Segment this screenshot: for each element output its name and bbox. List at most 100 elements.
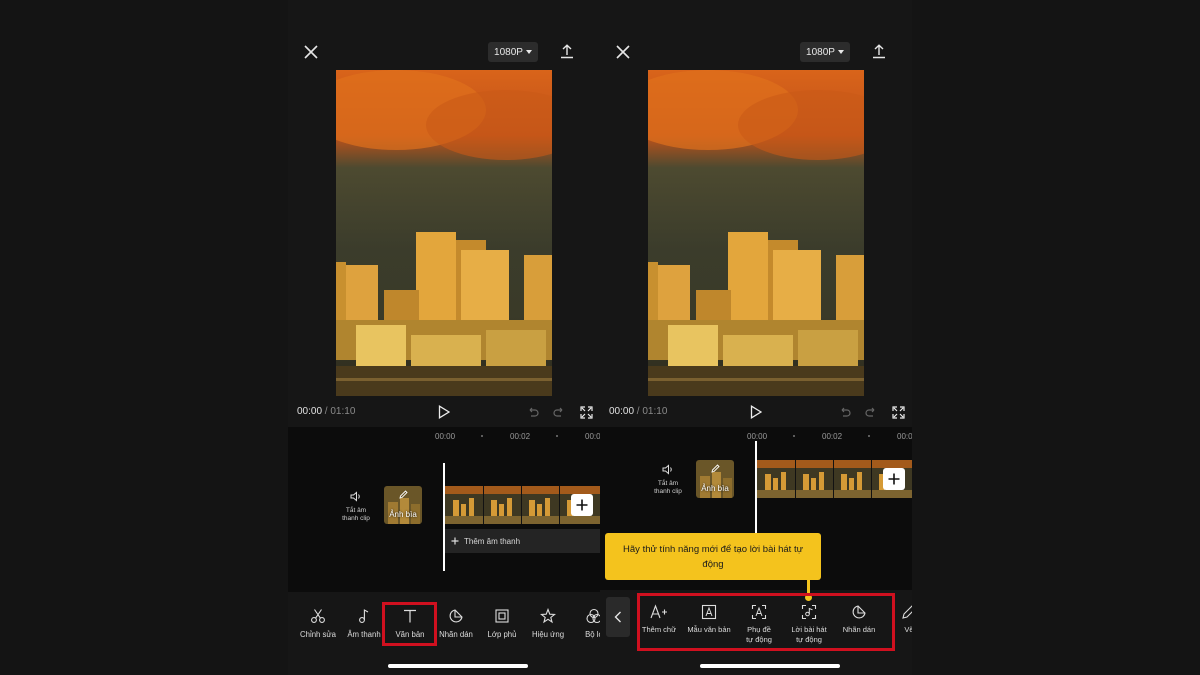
toolbar-filter[interactable]: Bộ lọ [569, 608, 600, 640]
home-indicator [388, 664, 528, 668]
play-icon [750, 405, 762, 419]
video-preview[interactable] [648, 70, 864, 396]
fullscreen-icon [891, 405, 905, 419]
toolbar-overlay[interactable]: Lớp phủ [477, 608, 527, 640]
playhead[interactable] [755, 441, 757, 541]
feature-tooltip[interactable]: Hãy thử tính năng mới để tạo lời bài hát… [605, 533, 821, 580]
resolution-label: 1080P [494, 46, 523, 58]
toolbar-label: Lớp phủ [487, 630, 517, 639]
time-display: 00:00 / 01:10 [609, 406, 667, 417]
plus-icon [576, 499, 588, 511]
redo-icon [865, 407, 875, 417]
phone-screen-left: 1080P 00:00 / 01:10 00:00 00:02 00:0 Tắt… [288, 0, 600, 675]
redo-button[interactable] [864, 405, 878, 419]
ruler-dot [868, 435, 870, 437]
mute-label-line1: Tắt âm [345, 507, 367, 514]
current-time: 00:00 [297, 406, 323, 417]
mute-clip-button[interactable]: Tắt âm thanh clip [336, 491, 376, 523]
add-clip-button[interactable] [571, 494, 593, 516]
music-note-icon [359, 609, 369, 623]
upload-icon [561, 43, 573, 58]
total-time: / 01:10 [634, 406, 668, 417]
add-clip-button[interactable] [883, 468, 905, 490]
mute-clip-button[interactable]: Tắt âm thanh clip [648, 464, 688, 496]
toolbar-sticker[interactable]: Nhãn dán [431, 608, 481, 640]
tooltip-text: Hãy thử tính năng mới để tạo lời bài hát… [623, 543, 803, 570]
cover-button[interactable]: Ảnh bìa [696, 460, 734, 498]
draw-icon [902, 605, 912, 619]
toolbar-label: Hiệu ứng [531, 630, 565, 639]
current-time: 00:00 [609, 406, 635, 417]
mute-label-line2: thanh clip [654, 488, 682, 495]
ruler-mark: 00:00 [435, 432, 456, 441]
resolution-dropdown[interactable]: 1080P [488, 42, 538, 62]
cover-button[interactable]: Ảnh bìa [384, 486, 422, 524]
ruler-mark: 00:02 [510, 432, 531, 441]
toolbar-label: Âm thanh [347, 630, 381, 639]
plus-icon [451, 537, 459, 545]
overlay-icon [495, 609, 509, 623]
resolution-label: 1080P [806, 46, 835, 58]
ruler-mark: 00:0 [897, 432, 912, 441]
add-audio-label: Thêm âm thanh [464, 536, 521, 546]
redo-button[interactable] [552, 405, 566, 419]
speaker-icon [662, 464, 672, 475]
toolbar-edit[interactable]: Chỉnh sửa [293, 608, 343, 640]
playhead[interactable] [443, 463, 445, 571]
highlight-box-text [382, 602, 437, 646]
toolbar-label: Bộ lọ [585, 630, 600, 639]
ruler-dot [481, 435, 483, 437]
upload-icon [873, 43, 885, 58]
mute-label-line2: thanh clip [342, 515, 370, 522]
toolbar-label: Nhãn dán [439, 630, 473, 639]
add-audio-button[interactable]: Thêm âm thanh [445, 529, 600, 553]
total-time: / 01:10 [322, 406, 356, 417]
caret-down-icon [525, 50, 532, 54]
chevron-left-icon [614, 611, 621, 623]
fullscreen-icon [579, 405, 593, 419]
close-button[interactable] [302, 43, 320, 61]
redo-icon [553, 407, 563, 417]
toolbar-effects[interactable]: Hiệu ứng [523, 608, 573, 640]
back-button[interactable] [606, 597, 630, 637]
sticker-icon [449, 609, 463, 623]
ruler-mark: 00:0 [585, 432, 600, 441]
phone-screen-right: 1080P 00:00 / 01:10 00:00 00:02 00:0 Tắt… [600, 0, 912, 675]
pencil-icon [696, 464, 734, 473]
timeline-panel[interactable]: 00:00 00:02 00:0 Tắt âm thanh clip Ảnh b… [288, 427, 600, 592]
pencil-icon [384, 490, 422, 499]
export-button[interactable] [558, 42, 576, 60]
undo-button[interactable] [526, 405, 540, 419]
caret-down-icon [837, 50, 844, 54]
highlight-box-text-tools [637, 593, 895, 651]
undo-icon [529, 407, 539, 417]
resolution-dropdown[interactable]: 1080P [800, 42, 850, 62]
tooltip-pointer [807, 580, 810, 594]
home-indicator [700, 664, 840, 668]
export-button[interactable] [870, 42, 888, 60]
toolbar-label: Chỉnh sửa [300, 630, 336, 639]
mute-label-line1: Tắt âm [657, 480, 679, 487]
video-preview[interactable] [336, 70, 552, 396]
city-skyline-image [336, 70, 552, 396]
play-button[interactable] [436, 404, 452, 420]
ruler-dot [556, 435, 558, 437]
undo-button[interactable] [838, 405, 852, 419]
speaker-icon [350, 491, 360, 502]
filter-icon [586, 608, 600, 624]
ruler-dot [793, 435, 795, 437]
close-button[interactable] [614, 43, 632, 61]
play-icon [438, 405, 450, 419]
cover-label: Ảnh bìa [389, 510, 417, 519]
plus-icon [888, 473, 900, 485]
city-skyline-image [648, 70, 864, 396]
text-tool-label: Vẽ [904, 625, 912, 634]
cover-label: Ảnh bìa [701, 484, 729, 493]
scissors-icon [311, 609, 325, 623]
close-icon [616, 45, 630, 59]
fullscreen-button[interactable] [578, 404, 594, 420]
fullscreen-button[interactable] [890, 404, 906, 420]
ruler-mark: 00:00 [747, 432, 768, 441]
ruler-mark: 00:02 [822, 432, 843, 441]
play-button[interactable] [748, 404, 764, 420]
